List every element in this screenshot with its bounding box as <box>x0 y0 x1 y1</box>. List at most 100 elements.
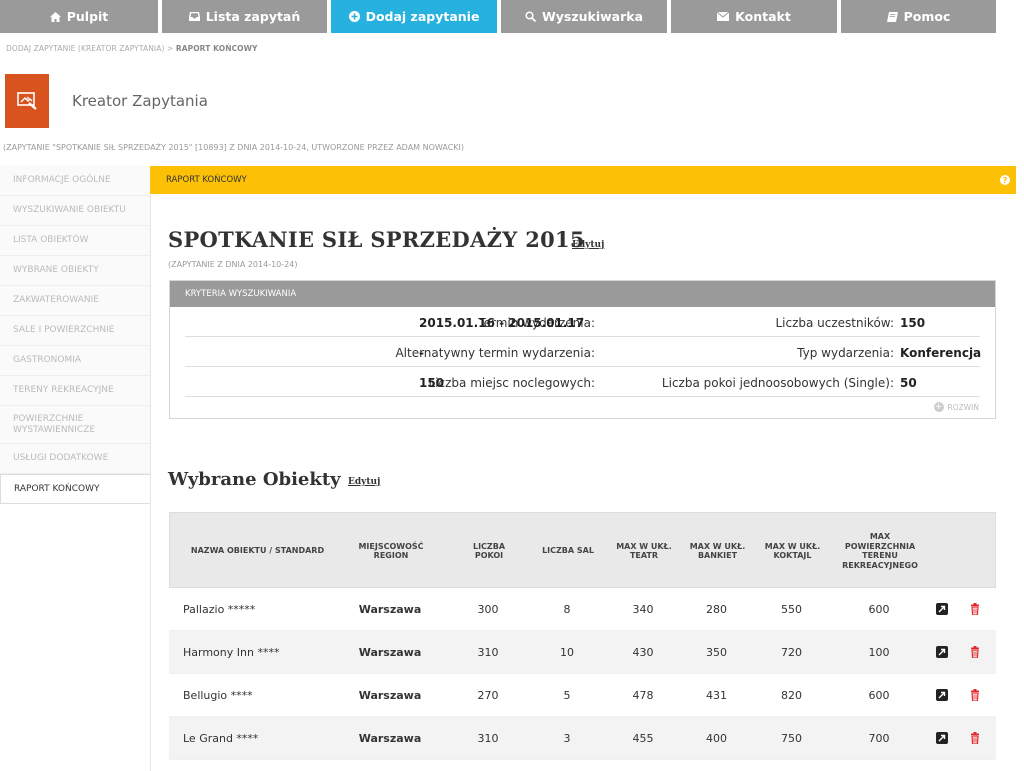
max-banquet: 431 <box>706 689 727 702</box>
table-header: NAZWA OBIEKTU / STANDARD MIEJSCOWOŚĆ REG… <box>169 512 996 588</box>
max-cocktail: 750 <box>781 732 802 745</box>
sidebar-item-lista-obiektow[interactable]: LISTA OBIEKTÓW <box>0 226 150 256</box>
sidebar-item-informacje-ogolne[interactable]: INFORMACJE OGÓLNE <box>0 166 150 196</box>
criteria-label: Alternatywny termin wydarzenia: <box>395 346 595 360</box>
criteria-value: Konferencja <box>900 346 982 360</box>
criteria-label: Liczba miejsc noclegowych: <box>428 376 596 390</box>
selected-objects-title: Wybrane Obiekty <box>168 469 341 490</box>
sidebar-item-sale-i-powierzchnie[interactable]: SALE I POWIERZCHNIE <box>0 316 150 346</box>
column-header: MIEJSCOWOŚĆ REGION <box>358 541 424 561</box>
kreator-icon <box>5 74 49 128</box>
open-external-icon[interactable] <box>936 603 948 615</box>
object-city: Warszawa <box>358 603 422 616</box>
rooms-count: 300 <box>477 603 499 616</box>
trash-icon[interactable] <box>969 732 981 744</box>
open-external-icon[interactable] <box>936 646 948 658</box>
plus-circle-icon <box>348 11 360 22</box>
max-banquet: 280 <box>706 603 727 616</box>
criteria-row: Liczba miejsc noclegowych: 150 Liczba po… <box>185 368 980 397</box>
sidebar-item-tereny-rekreacyjne[interactable]: TERENY REKREACYJNE <box>0 376 150 406</box>
sidebar-item-wybrane-obiekty[interactable]: WYBRANE OBIEKTY <box>0 256 150 286</box>
help-icon[interactable]: ? <box>1000 175 1010 185</box>
max-recreation-area: 700 <box>868 732 890 745</box>
breadcrumb: DODAJ ZAPYTANIE (KREATOR ZAPYTANIA) > RA… <box>6 44 258 53</box>
max-recreation-area: 100 <box>868 646 890 659</box>
object-name: Bellugio **** <box>183 689 253 702</box>
expand-label: ROZWIŃ <box>947 402 980 412</box>
nav-label: Lista zapytań <box>205 9 301 24</box>
max-cocktail: 550 <box>781 603 802 616</box>
section-bar-title: RAPORT KOŃCOWY <box>166 175 247 185</box>
sidebar-item-gastronomia[interactable]: GASTRONOMIA <box>0 346 150 376</box>
search-criteria-box: KRYTERIA WYSZUKIWANIA Termin wydarzenia:… <box>169 280 996 419</box>
envelope-icon <box>717 12 730 21</box>
nav-pomoc[interactable]: Pomoc <box>841 0 996 33</box>
sidebar-item-uslugi-dodatkowe[interactable]: USŁUGI DODATKOWE <box>0 444 150 474</box>
halls-count: 5 <box>563 689 571 702</box>
max-theatre: 430 <box>632 646 654 659</box>
criteria-label: Typ wydarzenia: <box>797 346 894 360</box>
nav-pulpit[interactable]: Pulpit <box>0 0 158 33</box>
nav-wyszukiwarka[interactable]: Wyszukiwarka <box>501 0 667 33</box>
trash-icon[interactable] <box>969 646 981 658</box>
max-recreation-area: 600 <box>868 689 890 702</box>
max-cocktail: 720 <box>781 646 802 659</box>
breadcrumb-path[interactable]: DODAJ ZAPYTANIE (KREATOR ZAPYTANIA) > <box>6 44 176 53</box>
edit-event-link[interactable]: Edytuj <box>572 240 604 250</box>
inbox-icon <box>188 12 200 21</box>
wizard-sidebar: INFORMACJE OGÓLNE WYSZUKIWANIE OBIEKTU L… <box>0 166 150 504</box>
column-header: MAX W UKŁ. KOKTAJL <box>764 541 821 561</box>
nav-label: Dodaj zapytanie <box>365 9 480 24</box>
rooms-count: 270 <box>477 689 499 702</box>
trash-icon[interactable] <box>969 603 981 615</box>
trash-icon[interactable] <box>969 689 981 701</box>
column-header: NAZWA OBIEKTU / STANDARD <box>190 546 325 556</box>
section-bar: RAPORT KOŃCOWY ? <box>150 166 1016 194</box>
object-name: Le Grand **** <box>183 732 259 745</box>
halls-count: 10 <box>560 646 574 659</box>
column-header: MAX W UKŁ. TEATR <box>616 541 672 561</box>
nav-label: Pomoc <box>903 9 951 24</box>
home-icon <box>49 11 61 22</box>
sidebar-item-raport-koncowy[interactable]: RAPORT KOŃCOWY <box>0 474 150 504</box>
rooms-count: 310 <box>477 646 499 659</box>
request-info: (ZAPYTANIE "SPOTKANIE SIŁ SPRZEDAŻY 2015… <box>3 143 465 152</box>
max-theatre: 340 <box>632 603 654 616</box>
criteria-label: Liczba pokoi jednoosobowych (Single): <box>661 376 894 390</box>
open-external-icon[interactable] <box>936 732 948 744</box>
object-name: Harmony Inn **** <box>183 646 280 659</box>
nav-label: Wyszukiwarka <box>541 9 644 24</box>
nav-lista-zapytan[interactable]: Lista zapytań <box>162 0 327 33</box>
max-banquet: 350 <box>706 646 727 659</box>
max-theatre: 478 <box>632 689 654 702</box>
expand-criteria-button[interactable]: + ROZWIŃ <box>933 402 980 412</box>
object-name: Pallazio ***** <box>183 603 256 616</box>
criteria-value: - <box>419 346 424 360</box>
table-row: Pallazio ***** Warszawa 300 8 340 280 55… <box>169 588 996 631</box>
book-icon <box>886 11 898 22</box>
event-title: SPOTKANIE SIŁ SPRZEDAŻY 2015 <box>168 227 585 252</box>
column-header: MAX W UKŁ. BANKIET <box>689 541 746 561</box>
criteria-value: 50 <box>900 376 917 390</box>
plus-circle-icon: + <box>933 402 944 412</box>
selected-objects-table: NAZWA OBIEKTU / STANDARD MIEJSCOWOŚĆ REG… <box>169 512 996 760</box>
halls-count: 8 <box>563 603 571 616</box>
sidebar-item-powierzchnie-wystawiennicze[interactable]: POWIERZCHNIE WYSTAWIENNICZE <box>0 406 150 444</box>
rooms-count: 310 <box>477 732 499 745</box>
edit-selected-objects-link[interactable]: Edytuj <box>348 477 380 487</box>
nav-label: Pulpit <box>66 9 109 24</box>
object-city: Warszawa <box>358 732 422 745</box>
criteria-row: Termin wydarzenia: 2015.01.16 - 2015.01.… <box>185 308 980 337</box>
sidebar-item-wyszukiwanie-obiektu[interactable]: WYSZUKIWANIE OBIEKTU <box>0 196 150 226</box>
sidebar-item-zakwaterowanie[interactable]: ZAKWATEROWANIE <box>0 286 150 316</box>
page-title: Kreator Zapytania <box>72 92 208 110</box>
nav-dodaj-zapytanie[interactable]: Dodaj zapytanie <box>331 0 497 33</box>
criteria-row: Alternatywny termin wydarzenia: - Typ wy… <box>185 338 982 367</box>
max-recreation-area: 600 <box>868 603 890 616</box>
nav-kontakt[interactable]: Kontakt <box>671 0 837 33</box>
open-external-icon[interactable] <box>936 689 948 701</box>
table-row: Le Grand **** Warszawa 310 3 455 400 750… <box>169 717 996 760</box>
search-icon <box>525 11 536 22</box>
column-header: LICZBA SAL <box>542 546 594 556</box>
table-row: Harmony Inn **** Warszawa 310 10 430 350… <box>169 631 996 674</box>
